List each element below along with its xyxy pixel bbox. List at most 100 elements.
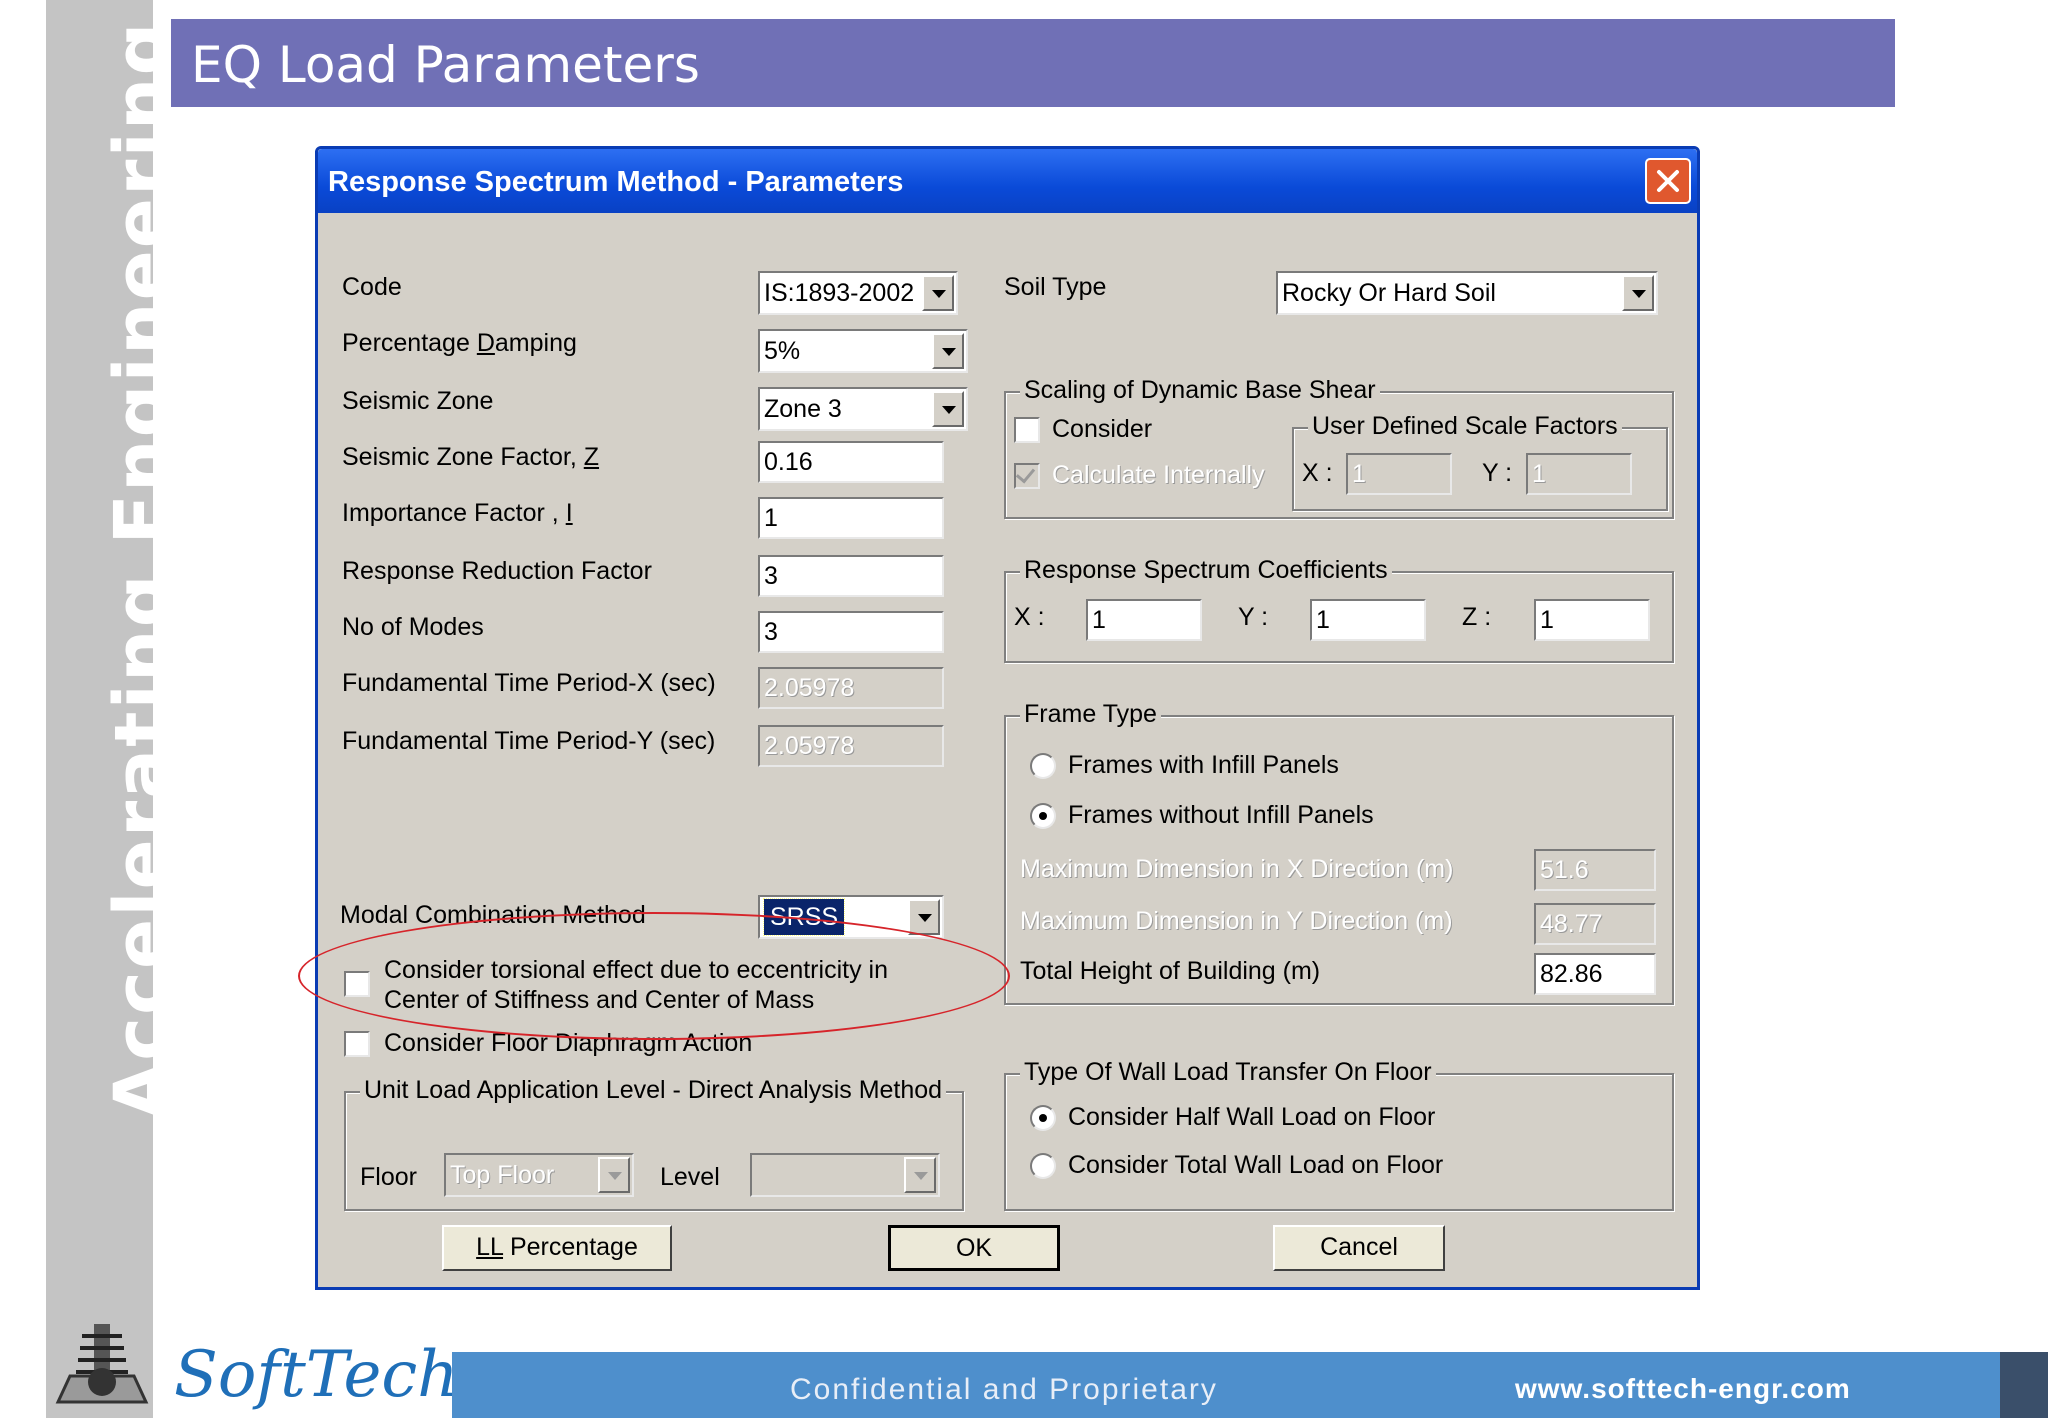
rsc-group: Response Spectrum Coefficients X : 1 Y :…	[1004, 556, 1674, 663]
rsc-y-label: Y :	[1238, 603, 1269, 631]
slide-title-bar: EQ Load Parameters	[171, 19, 1895, 107]
modal-combination-select[interactable]: SRSS	[758, 895, 944, 939]
rsc-y-input[interactable]: 1	[1310, 599, 1426, 641]
soil-type-value: Rocky Or Hard Soil	[1282, 279, 1496, 307]
response-spectrum-dialog: Response Spectrum Method - Parameters Co…	[315, 146, 1700, 1290]
rsc-z-label: Z :	[1462, 603, 1492, 631]
chevron-down-icon[interactable]	[908, 899, 940, 935]
scale-y-label: Y :	[1482, 459, 1513, 487]
chevron-down-icon	[904, 1157, 936, 1193]
torsion-checkbox[interactable]	[344, 971, 370, 997]
consider-label: Consider	[1052, 415, 1153, 443]
calc-internally-label: Calculate Internally	[1052, 461, 1265, 489]
rsc-z-input[interactable]: 1	[1534, 599, 1650, 641]
rsc-x-input[interactable]: 1	[1086, 599, 1202, 641]
frame-infill-radio[interactable]	[1030, 753, 1056, 779]
user-scale-group: User Defined Scale Factors X : 1 Y : 1	[1292, 412, 1668, 511]
chevron-down-icon	[598, 1157, 630, 1193]
floor-value: Top Floor	[450, 1161, 555, 1189]
scaling-group: Scaling of Dynamic Base Shear Consider C…	[1004, 376, 1674, 519]
importance-label: Importance Factor , I	[342, 499, 573, 527]
ok-button[interactable]: OK	[888, 1225, 1060, 1271]
frame-no-infill-radio[interactable]	[1030, 803, 1056, 829]
calc-internally-checkbox	[1014, 463, 1040, 489]
max-x-input: 51.6	[1534, 849, 1656, 891]
unit-load-group-title: Unit Load Application Level - Direct Ana…	[360, 1076, 947, 1105]
seismic-zone-select[interactable]: Zone 3	[758, 387, 968, 431]
code-value: IS:1893-2002	[764, 279, 915, 307]
footer-url: www.softtech-engr.com	[1515, 1373, 1851, 1404]
level-label: Level	[660, 1163, 720, 1191]
floor-select: Top Floor	[444, 1153, 634, 1197]
modes-label: No of Modes	[342, 613, 484, 641]
reduction-label: Response Reduction Factor	[342, 557, 652, 585]
period-x-label: Fundamental Time Period-X (sec)	[342, 669, 716, 697]
wall-load-group: Type Of Wall Load Transfer On Floor Cons…	[1004, 1058, 1674, 1211]
scaling-group-title: Scaling of Dynamic Base Shear	[1020, 376, 1380, 405]
scale-x-label: X :	[1302, 459, 1333, 487]
zone-factor-label: Seismic Zone Factor, Z	[342, 443, 600, 471]
rsc-group-title: Response Spectrum Coefficients	[1020, 556, 1392, 585]
torsion-label: Consider torsional effect due to eccentr…	[384, 956, 888, 1014]
damping-select[interactable]: 5%	[758, 329, 968, 373]
zone-factor-input[interactable]: 0.16	[758, 441, 944, 483]
period-x-input: 2.05978	[758, 667, 944, 709]
max-y-label: Maximum Dimension in Y Direction (m)	[1020, 907, 1453, 935]
diaphragm-label: Consider Floor Diaphragm Action	[384, 1029, 753, 1057]
scale-x-input: 1	[1346, 453, 1452, 495]
consider-checkbox[interactable]	[1014, 417, 1040, 443]
floor-label: Floor	[360, 1163, 417, 1191]
code-label: Code	[342, 273, 402, 301]
period-y-label: Fundamental Time Period-Y (sec)	[342, 727, 716, 755]
total-height-label: Total Height of Building (m)	[1020, 957, 1321, 985]
frame-no-infill-label: Frames without Infill Panels	[1068, 801, 1374, 829]
importance-input[interactable]: 1	[758, 497, 944, 539]
damping-label: Percentage Damping	[342, 329, 577, 357]
close-button[interactable]	[1645, 158, 1691, 204]
footer-confidential: Confidential and Proprietary	[790, 1373, 1218, 1406]
total-height-input[interactable]: 82.86	[1534, 953, 1656, 995]
rsc-x-label: X :	[1014, 603, 1045, 631]
max-y-input: 48.77	[1534, 903, 1656, 945]
ll-percentage-button[interactable]: LL Percentage	[442, 1225, 672, 1271]
frame-type-group: Frame Type Frames with Infill Panels Fra…	[1004, 700, 1674, 1005]
dialog-title: Response Spectrum Method - Parameters	[328, 166, 904, 198]
wall-half-radio[interactable]	[1030, 1105, 1056, 1131]
slide: Accelerating Engineering Processes EQ Lo…	[0, 0, 2048, 1418]
modes-input[interactable]: 3	[758, 611, 944, 653]
soil-type-select[interactable]: Rocky Or Hard Soil	[1276, 271, 1658, 315]
code-select[interactable]: IS:1893-2002	[758, 271, 958, 315]
soil-type-label: Soil Type	[1004, 273, 1107, 301]
wall-half-label: Consider Half Wall Load on Floor	[1068, 1103, 1436, 1131]
max-x-label: Maximum Dimension in X Direction (m)	[1020, 855, 1454, 883]
modal-combination-value: SRSS	[762, 898, 846, 936]
wall-load-group-title: Type Of Wall Load Transfer On Floor	[1020, 1058, 1436, 1087]
cancel-button[interactable]: Cancel	[1273, 1225, 1445, 1271]
unit-load-group: Unit Load Application Level - Direct Ana…	[344, 1076, 964, 1211]
level-select	[750, 1153, 940, 1197]
dialog-title-bar[interactable]: Response Spectrum Method - Parameters	[318, 149, 1697, 213]
scale-y-input: 1	[1526, 453, 1632, 495]
side-tagline: Accelerating Engineering Processes	[99, 0, 185, 1120]
close-icon	[1657, 170, 1679, 192]
damping-value: 5%	[764, 337, 801, 365]
chevron-down-icon[interactable]	[922, 275, 954, 311]
wall-total-label: Consider Total Wall Load on Floor	[1068, 1151, 1444, 1179]
frame-type-group-title: Frame Type	[1020, 700, 1161, 729]
user-scale-group-title: User Defined Scale Factors	[1308, 412, 1622, 441]
period-y-input: 2.05978	[758, 725, 944, 767]
diaphragm-checkbox[interactable]	[344, 1031, 370, 1057]
slide-title: EQ Load Parameters	[191, 36, 700, 94]
seismic-zone-label: Seismic Zone	[342, 387, 494, 415]
reduction-input[interactable]: 3	[758, 555, 944, 597]
wall-total-radio[interactable]	[1030, 1153, 1056, 1179]
modal-combination-label: Modal Combination Method	[340, 901, 646, 929]
chevron-down-icon[interactable]	[1622, 275, 1654, 311]
softtech-logo-text: SoftTech	[174, 1338, 459, 1412]
frame-infill-label: Frames with Infill Panels	[1068, 751, 1339, 779]
chevron-down-icon[interactable]	[932, 391, 964, 427]
seismic-zone-value: Zone 3	[764, 395, 842, 423]
softtech-logo-icon	[55, 1324, 149, 1404]
chevron-down-icon[interactable]	[932, 333, 964, 369]
footer-corner	[2000, 1352, 2048, 1418]
